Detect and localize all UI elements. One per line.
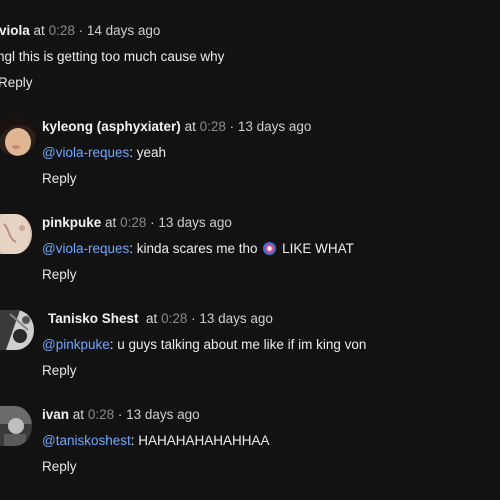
comment-timestamp[interactable]: 0:28 bbox=[120, 215, 146, 230]
avatar[interactable] bbox=[0, 310, 34, 350]
comment-timestamp[interactable]: 0:28 bbox=[161, 311, 187, 326]
reply-button[interactable]: Reply bbox=[42, 170, 77, 188]
comment-text: @taniskoshest: HAHAHAHAHAHHAA bbox=[42, 432, 270, 450]
at-label: at bbox=[72, 407, 85, 422]
comment-text: @viola-reques: kinda scares me tho LIKE … bbox=[42, 240, 354, 258]
mention-link[interactable]: @pinkpuke bbox=[42, 337, 110, 352]
at-label: at bbox=[33, 23, 45, 38]
comment-header: viola at 0:28 · 14 days ago bbox=[0, 22, 160, 40]
comment-username[interactable]: Tanisko Shest bbox=[48, 311, 139, 326]
comment-header: pinkpuke at 0:28 · 13 days ago bbox=[42, 214, 232, 232]
at-label: at bbox=[105, 215, 117, 230]
comment-username[interactable]: kyleong (asphyxiater) bbox=[42, 119, 181, 134]
comment-age: · 13 days ago bbox=[229, 119, 312, 134]
mention-link[interactable]: @viola-reques bbox=[42, 241, 129, 256]
comment-text-content: : yeah bbox=[129, 145, 167, 160]
comment-text-content: : HAHAHAHAHAHHAA bbox=[130, 433, 270, 448]
avatar-image bbox=[0, 214, 32, 254]
comment-text-content: : u guys talking about me like if im kin… bbox=[109, 337, 367, 352]
comment-header: ivan at 0:28 · 13 days ago bbox=[42, 406, 200, 424]
comment-age: · 13 days ago bbox=[117, 407, 200, 422]
avatar-image bbox=[0, 406, 32, 446]
comment-text-content-after: LIKE WHAT bbox=[282, 241, 354, 256]
comment-age: · 14 days ago bbox=[78, 23, 161, 38]
comment-age: · 13 days ago bbox=[150, 215, 232, 230]
avatar-image bbox=[0, 116, 36, 156]
comment-timestamp[interactable]: 0:28 bbox=[88, 407, 114, 422]
comment-age: · 13 days ago bbox=[191, 311, 273, 326]
mention-link[interactable]: @taniskoshest bbox=[42, 433, 131, 448]
comment-text: @pinkpuke: u guys talking about me like … bbox=[42, 336, 366, 354]
comment-username[interactable]: viola bbox=[0, 23, 30, 38]
at-label: at bbox=[184, 119, 196, 134]
avatar-image bbox=[0, 310, 34, 350]
comment-header: Tanisko Shest at 0:28 · 13 days ago bbox=[48, 310, 273, 328]
avatar[interactable] bbox=[0, 116, 36, 156]
reply-button[interactable]: Reply bbox=[0, 74, 33, 92]
comment-timestamp[interactable]: 0:28 bbox=[200, 119, 226, 134]
comment-text-content: ngl this is getting too much cause why bbox=[0, 49, 225, 64]
avatar[interactable] bbox=[0, 406, 32, 446]
avatar[interactable] bbox=[0, 214, 32, 254]
reply-button[interactable]: Reply bbox=[42, 362, 77, 380]
comment-text: ngl this is getting too much cause why bbox=[0, 48, 224, 66]
circle-emoji-icon bbox=[263, 242, 277, 255]
comment-username[interactable]: pinkpuke bbox=[42, 215, 101, 230]
comment-timestamp[interactable]: 0:28 bbox=[49, 23, 75, 38]
comment-header: kyleong (asphyxiater) at 0:28 · 13 days … bbox=[42, 118, 311, 136]
comment-text-content: : kinda scares me tho bbox=[129, 241, 258, 256]
at-label: at bbox=[146, 311, 158, 326]
comment-text: @viola-reques: yeah bbox=[42, 144, 166, 162]
reply-button[interactable]: Reply bbox=[42, 458, 77, 476]
reply-button[interactable]: Reply bbox=[42, 266, 77, 284]
mention-link[interactable]: @viola-reques bbox=[42, 145, 129, 160]
comment-username[interactable]: ivan bbox=[42, 407, 69, 422]
